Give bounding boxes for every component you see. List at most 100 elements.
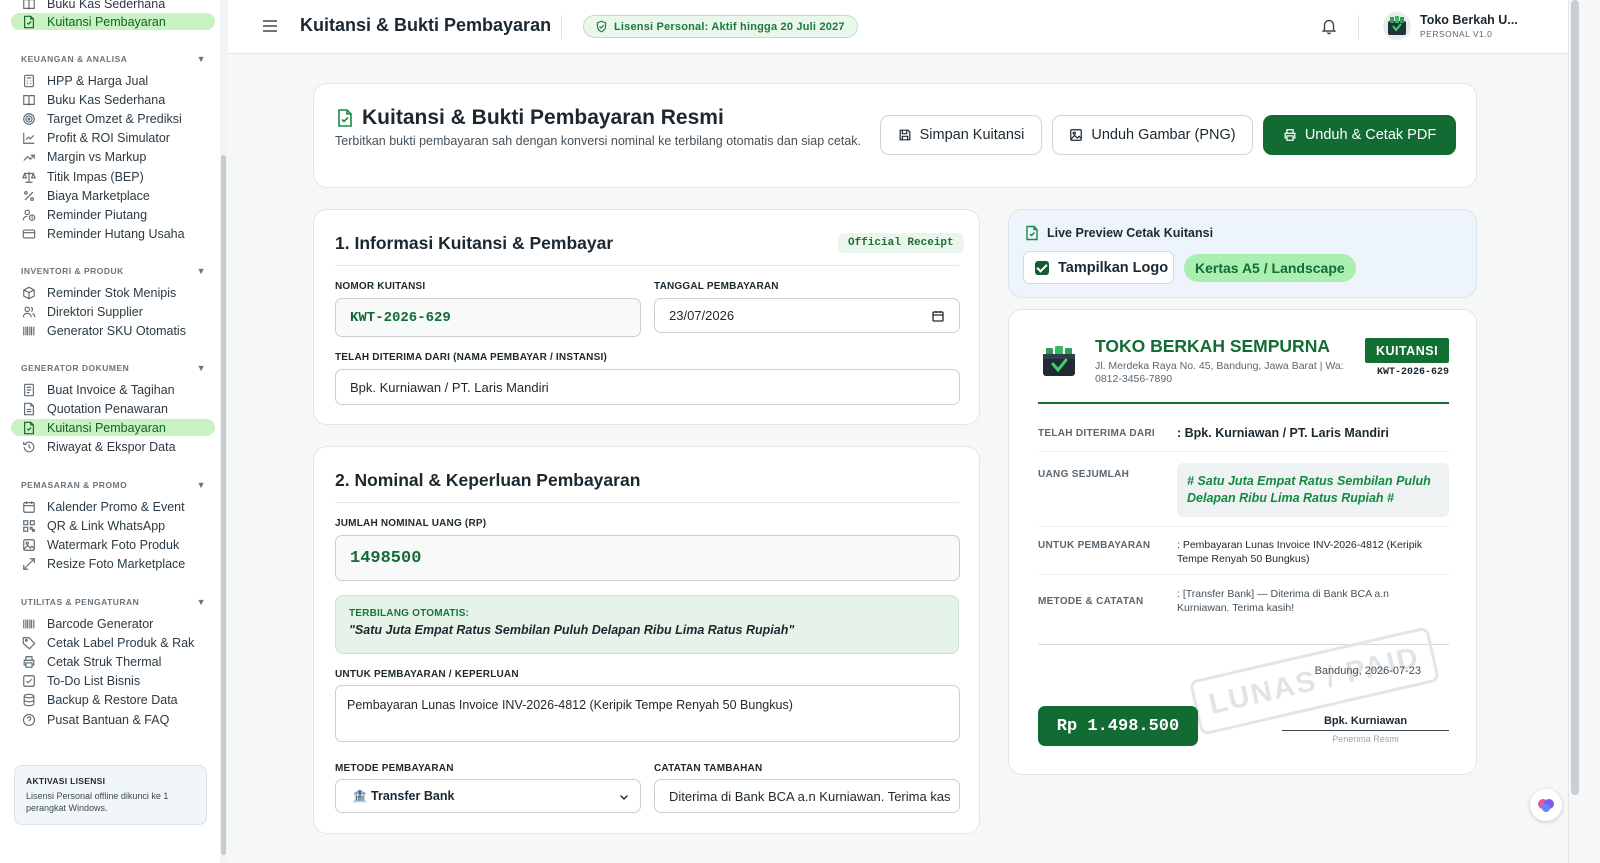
image-icon xyxy=(1070,129,1083,141)
sidebar-item-label: Pusat Bantuan & FAQ xyxy=(47,712,170,727)
receipt-signer-role: Penerima Resmi xyxy=(1332,734,1399,744)
history-icon xyxy=(23,441,35,453)
sidebar-item-kuitansi-pembayaran[interactable]: Kuitansi Pembayaran xyxy=(11,419,215,437)
license-activation-box[interactable]: AKTIVASI LISENSI Lisensi Personal offlin… xyxy=(14,765,207,825)
sidebar-item-resize-foto-marketplace[interactable]: Resize Foto Marketplace xyxy=(11,556,215,573)
sidebar-item-reminder-stok-menipis[interactable]: Reminder Stok Menipis xyxy=(11,284,215,301)
credit-card-icon xyxy=(22,229,36,239)
chevron-down-icon[interactable]: ▼ xyxy=(197,480,206,490)
sidebar-item-riwayat-ekspor-data[interactable]: Riwayat & Ekspor Data xyxy=(11,439,215,456)
user-clock-icon xyxy=(22,209,36,221)
header-divider xyxy=(561,15,562,39)
sidebar-section-title: KEUANGAN & ANALISA xyxy=(21,54,128,64)
payment-method-label: METODE PEMBAYARAN xyxy=(335,763,454,774)
sidebar-item-kuitansi-top[interactable]: Kuitansi Pembayaran xyxy=(11,13,215,30)
sidebar-item-kalender-promo-event[interactable]: Kalender Promo & Event xyxy=(11,498,215,515)
sidebar-item-buku-kas-sederhana[interactable]: Buku Kas Sederhana xyxy=(11,91,215,108)
sidebar-item-buat-invoice-tagihan[interactable]: Buat Invoice & Tagihan xyxy=(11,381,215,398)
chevron-down-icon[interactable]: ▼ xyxy=(197,363,206,373)
receipt-icon xyxy=(1026,225,1038,241)
license-box-title: AKTIVASI LISENSI xyxy=(26,776,106,786)
chevron-down-icon[interactable]: ▼ xyxy=(197,54,206,64)
sidebar-item-backup-restore-data[interactable]: Backup & Restore Data xyxy=(11,692,215,709)
additional-note-input[interactable]: Diterima di Bank BCA a.n Kurniawan. Teri… xyxy=(654,779,960,813)
sidebar-item-reminder-piutang[interactable]: Reminder Piutang xyxy=(11,206,215,223)
sidebar-item-label: Margin vs Markup xyxy=(47,150,147,165)
sidebar-item-target-omzet-prediksi[interactable]: Target Omzet & Prediksi xyxy=(11,110,215,127)
chevron-down-icon[interactable]: ▼ xyxy=(197,266,206,276)
sidebar-item-label: QR & Link WhatsApp xyxy=(47,518,166,533)
sidebar-section-header[interactable]: UTILITAS & PENGATURAN ▼ xyxy=(21,597,206,607)
sidebar-item-quotation-penawaran[interactable]: Quotation Penawaran xyxy=(11,400,215,417)
sidebar-item-biaya-marketplace[interactable]: Biaya Marketplace xyxy=(11,187,215,204)
bell-icon[interactable] xyxy=(1320,17,1338,35)
receipt-preview: TOKO BERKAH SEMPURNA Jl. Merdeka Raya No… xyxy=(1008,309,1477,775)
checkbox-checked-icon[interactable] xyxy=(1035,260,1049,275)
sidebar-item-label: Profit & ROI Simulator xyxy=(47,131,170,146)
assistant-fab-button[interactable] xyxy=(1530,789,1562,821)
sidebar-scrollbar-thumb[interactable] xyxy=(221,155,226,855)
sidebar-section-header[interactable]: KEUANGAN & ANALISA ▼ xyxy=(21,54,206,64)
calculator-icon xyxy=(24,74,34,87)
receipt-place-date: Bandung, 2026-07-23 xyxy=(1314,665,1421,677)
store-logo-icon xyxy=(1388,16,1406,35)
sidebar-item-label: Target Omzet & Prediksi xyxy=(47,111,182,126)
package-icon xyxy=(23,286,35,299)
download-print-pdf-button[interactable]: Unduh & Cetak PDF xyxy=(1263,115,1456,155)
save-icon xyxy=(899,129,911,141)
receipt-number: KWT-2026-629 xyxy=(1376,367,1449,378)
sidebar-item-label: Direktori Supplier xyxy=(47,304,143,319)
sidebar-section-header[interactable]: PEMASARAN & PROMO ▼ xyxy=(21,480,206,490)
main-scrollbar-thumb[interactable] xyxy=(1571,0,1579,795)
calendar-icon[interactable] xyxy=(932,310,944,322)
image-icon xyxy=(23,539,35,551)
receipt-from-label: TELAH DITERIMA DARI xyxy=(1038,428,1155,439)
show-logo-label: Tampilkan Logo xyxy=(1058,259,1169,276)
sidebar-item-profit-roi-simulator[interactable]: Profit & ROI Simulator xyxy=(11,130,215,147)
save-receipt-button[interactable]: Simpan Kuitansi xyxy=(880,115,1042,155)
avatar[interactable] xyxy=(1383,12,1411,40)
user-name[interactable]: Toko Berkah U... xyxy=(1420,13,1518,27)
sidebar-section-header[interactable]: INVENTORI & PRODUK ▼ xyxy=(21,266,206,276)
divider xyxy=(1038,526,1449,527)
top-header: Kuitansi & Bukti Pembayaran Lisensi Pers… xyxy=(228,0,1568,54)
payment-method-select[interactable]: 🏦 Transfer Bank xyxy=(335,779,641,813)
terbilang-label: TERBILANG OTOMATIS: xyxy=(349,608,470,619)
payer-name-input[interactable]: Bpk. Kurniawan / PT. Laris Mandiri xyxy=(335,369,960,405)
store-logo-icon xyxy=(1043,346,1075,376)
receipt-purpose-label: UNTUK PEMBAYARAN xyxy=(1038,540,1151,551)
sidebar-item-label: Reminder Stok Menipis xyxy=(47,285,177,300)
receipt-number-label: NOMOR KUITANSI xyxy=(335,281,426,292)
amount-input[interactable]: 1498500 xyxy=(335,535,960,581)
sidebar-item-cetak-struk-thermal[interactable]: Cetak Struk Thermal xyxy=(11,653,215,670)
hamburger-menu-icon[interactable] xyxy=(261,17,279,35)
barcode-icon xyxy=(23,326,35,336)
payment-date-input[interactable]: 23/07/2026 xyxy=(654,298,960,333)
sidebar-item-titik-impas-bep[interactable]: Titik Impas (BEP) xyxy=(11,168,215,185)
sidebar-item-generator-sku-otomatis[interactable]: Generator SKU Otomatis xyxy=(11,322,215,339)
printer-icon xyxy=(1284,129,1296,141)
sidebar-item-pusat-bantuan-faq[interactable]: Pusat Bantuan & FAQ xyxy=(11,711,215,728)
download-png-button[interactable]: Unduh Gambar (PNG) xyxy=(1052,115,1253,155)
sidebar-item-cetak-label-produk-rak[interactable]: Cetak Label Produk & Rak xyxy=(11,634,215,651)
divider xyxy=(335,265,959,266)
printer-icon xyxy=(23,656,35,668)
sidebar-item-direktori-supplier[interactable]: Direktori Supplier xyxy=(11,303,215,320)
sidebar-section-header[interactable]: GENERATOR DOKUMEN ▼ xyxy=(21,363,206,373)
show-logo-checkbox[interactable]: Tampilkan Logo xyxy=(1023,251,1174,284)
sidebar-item-margin-vs-markup[interactable]: Margin vs Markup xyxy=(11,149,215,166)
sidebar-item-to-do-list-bisnis[interactable]: To-Do List Bisnis xyxy=(11,673,215,690)
sidebar-item-reminder-hutang-usaha[interactable]: Reminder Hutang Usaha xyxy=(11,226,215,243)
save-receipt-label: Simpan Kuitansi xyxy=(919,127,1025,143)
sidebar-item-buku-kas-partial[interactable]: Buku Kas Sederhana xyxy=(11,0,215,12)
chevron-down-icon[interactable]: ▼ xyxy=(197,597,206,607)
live-preview-title: Live Preview Cetak Kuitansi xyxy=(1047,226,1214,240)
sidebar-item-hpp-harga-jual[interactable]: HPP & Harga Jual xyxy=(11,72,215,89)
sidebar-item-qr-link-whatsapp[interactable]: QR & Link WhatsApp xyxy=(11,517,215,534)
purpose-textarea[interactable]: Pembayaran Lunas Invoice INV-2026-4812 (… xyxy=(335,685,960,742)
sidebar-item-label: Barcode Generator xyxy=(47,616,154,631)
sidebar-item-watermark-foto-produk[interactable]: Watermark Foto Produk xyxy=(11,536,215,553)
sidebar-item-barcode-generator[interactable]: Barcode Generator xyxy=(11,615,215,632)
payment-date-label: TANGGAL PEMBAYARAN xyxy=(654,281,779,292)
receipt-number-input[interactable]: KWT-2026-629 xyxy=(335,298,641,337)
